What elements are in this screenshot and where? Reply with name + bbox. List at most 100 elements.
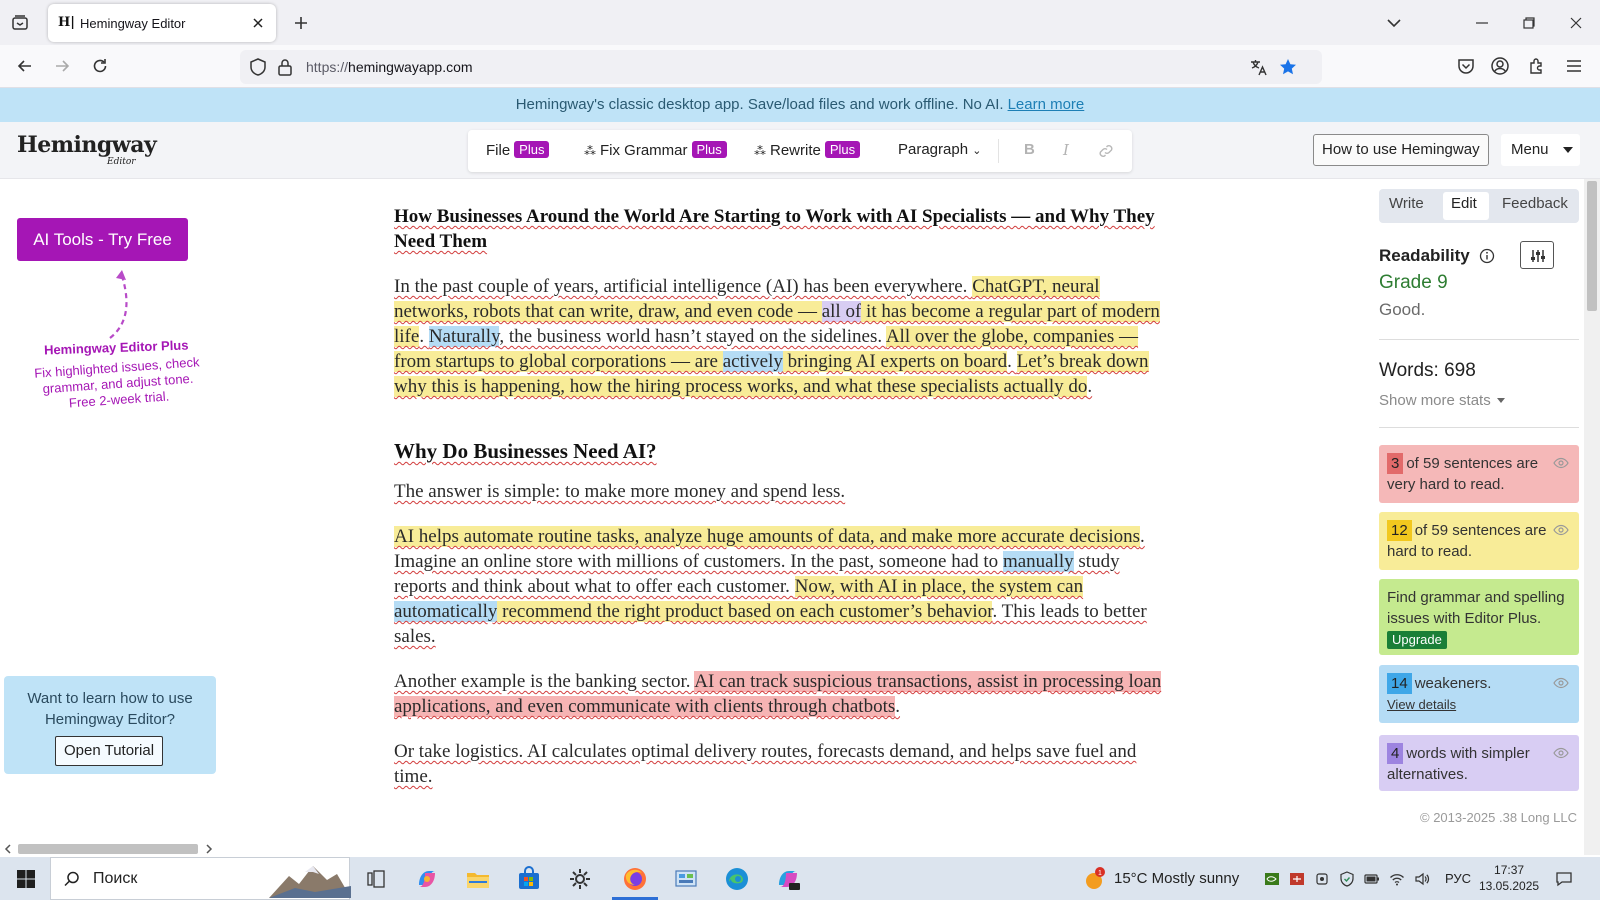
forward-arrow-icon[interactable] <box>52 56 72 76</box>
reload-icon[interactable] <box>90 56 110 76</box>
control-panel-icon[interactable] <box>672 865 700 893</box>
text-segment[interactable]: . <box>1007 351 1017 372</box>
eye-icon[interactable] <box>1553 747 1569 759</box>
paragraph-3[interactable]: AI helps automate routine tasks, analyze… <box>394 524 1170 649</box>
text-segment[interactable]: . <box>419 326 429 347</box>
nvidia-tray-icon[interactable] <box>1264 871 1280 887</box>
info-icon[interactable] <box>1479 248 1495 264</box>
firefox-icon[interactable] <box>621 865 649 893</box>
url-text[interactable]: https://hemingwayapp.com <box>306 59 473 75</box>
file-explorer-icon[interactable] <box>464 865 492 893</box>
device-tray-icon[interactable] <box>1314 871 1330 887</box>
text-segment-yel[interactable]: Now, with AI in place, the system can <box>794 576 1084 597</box>
task-view-icon[interactable] <box>362 865 390 893</box>
account-icon[interactable] <box>1490 56 1510 76</box>
paragraph-5[interactable]: Or take logistics. AI calculates optimal… <box>394 739 1170 789</box>
settings-gear-icon[interactable] <box>566 865 594 893</box>
scrollbar-thumb[interactable] <box>18 844 198 854</box>
text-segment[interactable]: , the business world hasn’t stayed on th… <box>499 326 885 347</box>
close-tab-icon[interactable] <box>250 15 266 31</box>
text-segment[interactable]: Another example is the banking sector. <box>394 671 694 692</box>
vertical-scrollbar[interactable] <box>1584 179 1600 855</box>
scrollbar-thumb[interactable] <box>1587 181 1597 311</box>
learn-more-link[interactable]: Learn more <box>1008 96 1085 113</box>
section-heading[interactable]: Why Do Businesses Need AI? <box>394 437 1170 465</box>
paragraph-1[interactable]: In the past couple of years, artificial … <box>394 274 1170 399</box>
translate-icon[interactable] <box>1248 57 1268 77</box>
text-segment-adv[interactable]: automatically <box>394 601 498 622</box>
red-app-tray-icon[interactable] <box>1289 871 1305 887</box>
edge-icon[interactable] <box>723 865 751 893</box>
show-more-stats-link[interactable]: Show more stats <box>1379 392 1505 409</box>
new-tab-icon[interactable] <box>292 14 310 32</box>
browser-tab-active[interactable]: H| Hemingway Editor <box>48 4 276 42</box>
eye-icon[interactable] <box>1553 524 1569 536</box>
weakeners-card[interactable]: 14 weakeners. View details <box>1379 665 1579 723</box>
settings-button[interactable] <box>1520 241 1554 269</box>
editor-area[interactable]: How Businesses Around the World Are Star… <box>394 204 1170 789</box>
hamburger-menu-icon[interactable] <box>1564 56 1584 76</box>
text-segment-yel[interactable]: recommend the right product based on eac… <box>497 601 993 622</box>
upgrade-button[interactable]: Upgrade <box>1387 631 1447 649</box>
restore-icon[interactable] <box>1520 14 1538 32</box>
weather-text[interactable]: 15°C Mostly sunny <box>1114 870 1239 887</box>
text-segment-adv[interactable]: manually <box>1002 551 1074 572</box>
extensions-icon[interactable] <box>1527 56 1547 76</box>
text-segment-adv[interactable]: actively <box>722 351 783 372</box>
menu-button[interactable]: Menu <box>1501 134 1580 166</box>
windows-start-icon[interactable] <box>16 869 36 889</box>
link-icon[interactable] <box>1098 143 1114 159</box>
how-to-use-button[interactable]: How to use Hemingway <box>1313 134 1489 166</box>
rewrite-button[interactable]: ⁂ Rewrite Plus <box>754 141 861 159</box>
minimize-icon[interactable] <box>1473 14 1491 32</box>
view-details-link[interactable]: View details <box>1387 697 1456 712</box>
battery-icon[interactable] <box>1364 871 1380 887</box>
bookmark-star-icon[interactable] <box>1278 57 1298 77</box>
shield-icon[interactable] <box>248 57 268 77</box>
eye-icon[interactable] <box>1553 677 1569 689</box>
tab-list-icon[interactable] <box>10 13 30 33</box>
store-icon[interactable] <box>515 865 543 893</box>
copilot-icon[interactable] <box>413 865 441 893</box>
scroll-right-icon[interactable] <box>204 844 214 854</box>
security-shield-icon[interactable] <box>1339 871 1355 887</box>
open-tutorial-button[interactable]: Open Tutorial <box>55 736 164 766</box>
text-segment[interactable]: . <box>895 696 900 717</box>
paragraph-2[interactable]: The answer is simple: to make more money… <box>394 479 1170 504</box>
tab-edit[interactable]: Edit <box>1451 195 1477 212</box>
text-segment-phr[interactable]: all of <box>821 301 862 322</box>
paragraph-style-dropdown[interactable]: Paragraph ⌄ <box>898 141 981 158</box>
scroll-left-icon[interactable] <box>3 844 13 854</box>
eye-icon[interactable] <box>1553 457 1569 469</box>
text-segment-yel[interactable]: bringing AI experts on board <box>782 351 1008 372</box>
tab-feedback[interactable]: Feedback <box>1502 195 1568 212</box>
logo[interactable]: Hemingway <box>17 132 157 158</box>
text-segment-adv[interactable]: Naturally <box>428 326 500 347</box>
language-indicator[interactable]: РУС <box>1445 871 1471 886</box>
lock-icon[interactable] <box>276 57 294 77</box>
document-title[interactable]: How Businesses Around the World Are Star… <box>394 204 1170 254</box>
text-segment[interactable]: . <box>1087 376 1092 397</box>
clock[interactable]: 17:37 13.05.2025 <box>1479 862 1539 894</box>
very-hard-sentences-card[interactable]: 3 of 59 sentences are very hard to read. <box>1379 445 1579 503</box>
close-window-icon[interactable] <box>1567 14 1585 32</box>
paragraph-4[interactable]: Another example is the banking sector. A… <box>394 669 1170 719</box>
horizontal-scrollbar[interactable] <box>0 841 225 857</box>
fix-grammar-button[interactable]: ⁂ Fix Grammar Plus <box>584 141 727 159</box>
copilot-app-icon[interactable] <box>774 865 802 893</box>
back-arrow-icon[interactable] <box>15 56 35 76</box>
simpler-alternatives-card[interactable]: 4 words with simpler alternatives. <box>1379 735 1579 791</box>
chevron-down-icon[interactable] <box>1385 14 1403 32</box>
text-segment[interactable]: In the past couple of years, artificial … <box>394 276 972 297</box>
taskbar-search-box[interactable]: Поиск <box>50 857 351 900</box>
tab-write[interactable]: Write <box>1389 195 1424 212</box>
text-segment-yel[interactable]: AI helps automate routine tasks, analyze… <box>394 526 1141 547</box>
weather-sun-icon[interactable]: 1 <box>1082 867 1106 891</box>
hard-sentences-card[interactable]: 12 of 59 sentences are hard to read. <box>1379 512 1579 570</box>
pocket-icon[interactable] <box>1456 56 1476 76</box>
url-bar[interactable]: https://hemingwayapp.com <box>240 50 1322 84</box>
volume-icon[interactable] <box>1414 871 1430 887</box>
wifi-icon[interactable] <box>1389 871 1405 887</box>
ai-tools-button[interactable]: AI Tools - Try Free <box>17 218 188 261</box>
italic-button[interactable]: I <box>1063 141 1069 159</box>
